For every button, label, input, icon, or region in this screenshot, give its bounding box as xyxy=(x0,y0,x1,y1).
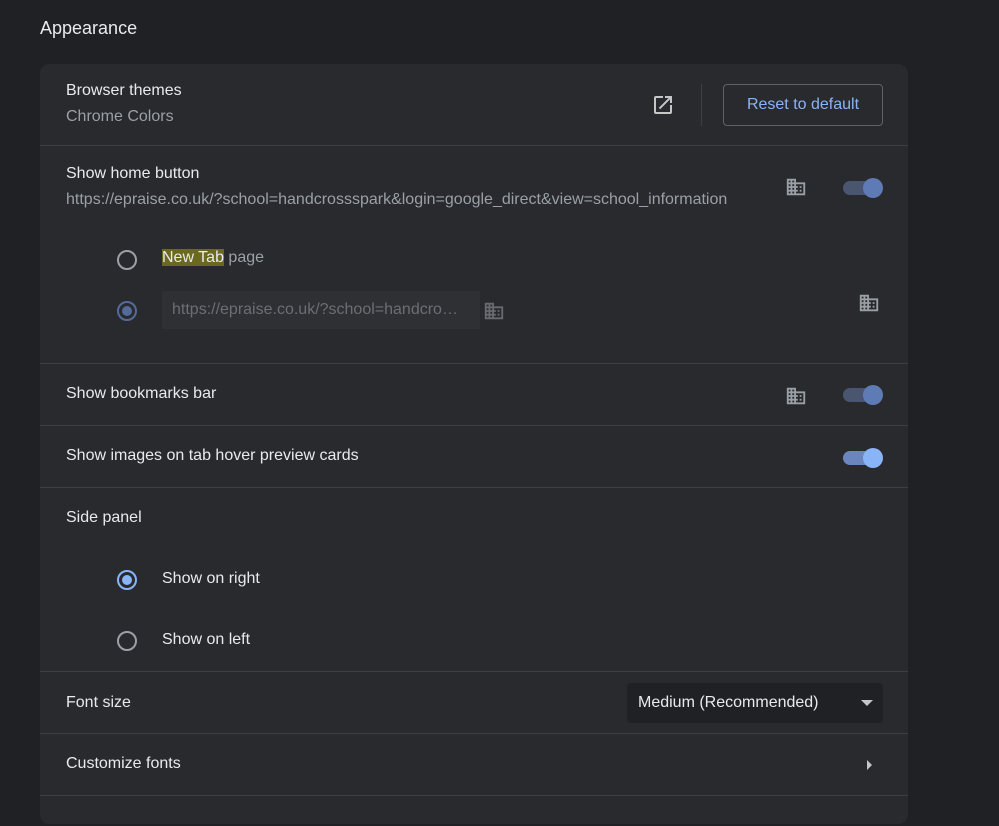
new-tab-page-radio[interactable] xyxy=(117,250,137,270)
custom-url-input[interactable]: https://epraise.co.uk/?school=handcro… xyxy=(162,291,480,329)
font-size-row: Font size Medium (Recommended) xyxy=(40,671,908,734)
customize-fonts-row[interactable]: Customize fonts xyxy=(40,733,908,796)
chevron-right-icon xyxy=(867,760,872,770)
home-button-toggle[interactable] xyxy=(843,178,883,198)
next-row-divider xyxy=(40,795,908,826)
appearance-card: Browser themes Chrome Colors Reset to de… xyxy=(40,64,908,824)
bookmarks-bar-toggle[interactable] xyxy=(843,385,883,405)
show-home-button-label: Show home button xyxy=(66,165,200,182)
font-size-value: Medium (Recommended) xyxy=(638,694,819,711)
tab-hover-images-toggle[interactable] xyxy=(843,448,883,468)
side-panel-label: Side panel xyxy=(66,509,142,526)
radio-dot xyxy=(122,575,132,585)
tab-hover-images-row[interactable]: Show images on tab hover preview cards xyxy=(40,425,908,488)
show-home-button-row: Show home button https://epraise.co.uk/?… xyxy=(40,145,908,364)
enterprise-policy-icon xyxy=(785,385,807,407)
toggle-knob xyxy=(863,178,883,198)
browser-themes-value: Chrome Colors xyxy=(66,108,174,125)
enterprise-policy-icon xyxy=(858,292,880,314)
new-tab-page-label: New Tab page xyxy=(162,249,264,267)
chevron-down-icon xyxy=(861,700,873,706)
section-title: Appearance xyxy=(40,18,138,38)
browser-themes-row: Browser themes Chrome Colors Reset to de… xyxy=(40,64,908,145)
open-in-new-icon[interactable] xyxy=(651,93,675,117)
side-panel-row: Side panel Show on right Show on left xyxy=(40,487,908,672)
toggle-knob xyxy=(863,385,883,405)
new-tab-page-suffix: page xyxy=(223,249,265,266)
home-button-url: https://epraise.co.uk/?school=handcrosss… xyxy=(66,191,728,208)
show-on-right-label[interactable]: Show on right xyxy=(162,570,260,588)
custom-url-radio[interactable] xyxy=(117,301,137,321)
show-on-left-label[interactable]: Show on left xyxy=(162,631,250,649)
enterprise-policy-icon xyxy=(483,300,505,322)
font-size-label: Font size xyxy=(66,694,131,711)
show-on-right-radio[interactable] xyxy=(117,570,137,590)
customize-fonts-label: Customize fonts xyxy=(66,755,181,772)
font-size-select[interactable]: Medium (Recommended) xyxy=(627,683,883,723)
show-bookmarks-bar-label: Show bookmarks bar xyxy=(66,385,217,402)
browser-themes-label: Browser themes xyxy=(66,82,182,99)
show-bookmarks-bar-row: Show bookmarks bar xyxy=(40,363,908,426)
radio-dot xyxy=(122,306,132,316)
toggle-knob xyxy=(863,448,883,468)
enterprise-policy-icon xyxy=(785,176,807,198)
divider xyxy=(701,84,702,126)
reset-to-default-button[interactable]: Reset to default xyxy=(723,84,883,126)
show-on-left-radio[interactable] xyxy=(117,631,137,651)
tab-hover-images-label: Show images on tab hover preview cards xyxy=(66,447,359,464)
search-highlight: New Tab xyxy=(162,249,224,266)
